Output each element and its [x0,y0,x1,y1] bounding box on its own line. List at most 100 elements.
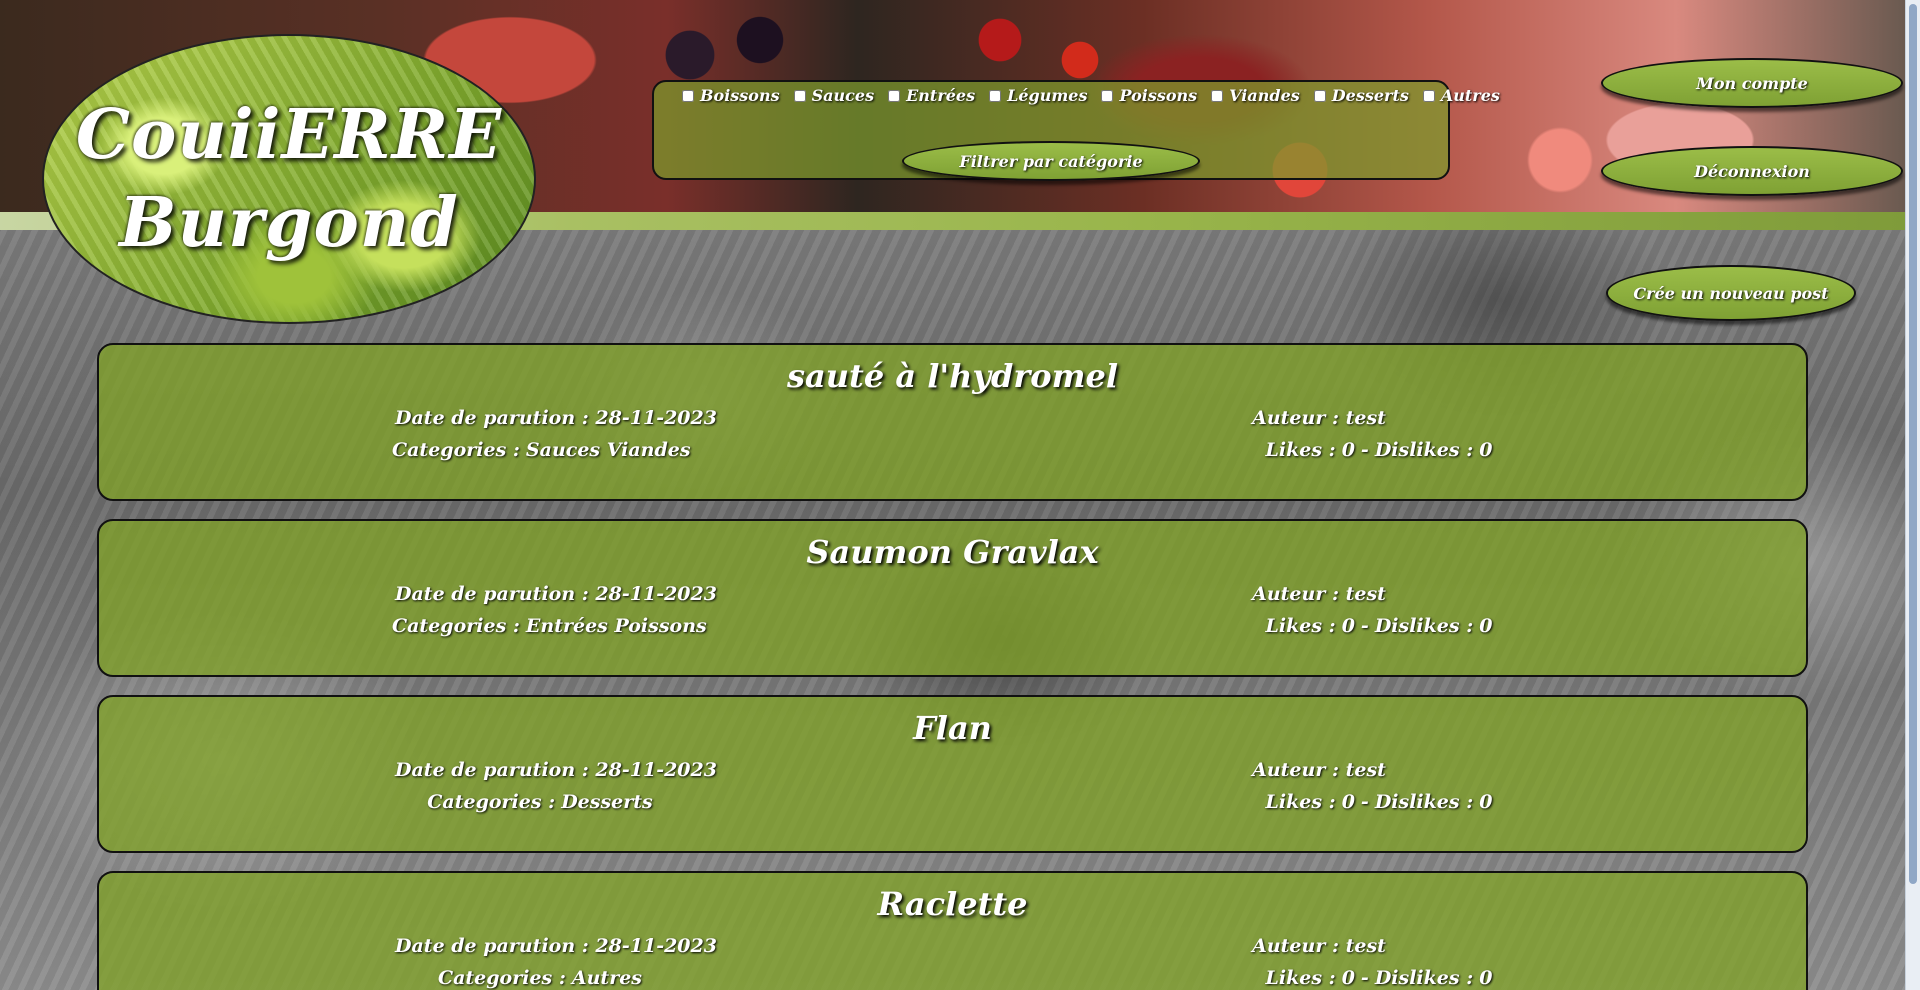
reaction-separator: - [1360,791,1369,813]
post-reactions: Likes :0- Dislikes :0 [1259,791,1499,813]
post-likes-value: 0 [1341,791,1355,813]
post-likes-value: 0 [1341,439,1355,461]
category-checkbox[interactable] [888,89,901,102]
category-checkbox[interactable] [682,89,694,102]
post-date-label: Date de parution : [395,583,589,605]
post-dislikes-label: Dislikes : [1374,967,1474,989]
post-date: Date de parution : 28-11-2023 [395,935,717,957]
post-author-label: Auteur : [1252,759,1339,781]
category-option-legumes[interactable]: Légumes [989,86,1087,105]
post-likes-label: Likes : [1265,439,1336,461]
post-likes-label: Likes : [1265,967,1336,989]
post-author-value: test [1345,935,1386,957]
post-dislikes-value: 0 [1479,615,1493,637]
post-categories-label: Categories : [392,615,520,637]
category-label: Autres [1440,86,1500,105]
post-card[interactable]: sauté à l'hydromel Date de parution : 28… [97,343,1808,501]
reaction-separator: - [1360,615,1369,637]
category-checkbox-list: Boissons Sauces Entrées Légumes Poissons… [682,86,1500,105]
category-label: Sauces [811,86,875,105]
create-new-post-button[interactable]: Crée un nouveau post [1606,265,1856,321]
post-date: Date de parution : 28-11-2023 [395,583,717,605]
post-categories-value: Desserts [561,791,653,813]
category-checkbox[interactable] [989,89,1002,102]
category-label: Viandes [1229,86,1300,105]
post-likes-value: 0 [1341,615,1355,637]
category-option-viandes[interactable]: Viandes [1211,86,1300,105]
post-dislikes-value: 0 [1479,439,1493,461]
logo-text-line2: Burgond [119,183,459,263]
logout-button[interactable]: Déconnexion [1601,146,1903,196]
post-author-value: test [1345,583,1386,605]
post-reactions: Likes :0- Dislikes :0 [1259,967,1499,989]
category-checkbox[interactable] [1211,89,1224,102]
category-label: Boissons [700,86,780,105]
post-categories-label: Categories : [392,439,520,461]
post-categories: Categories : Autres [389,967,691,989]
post-title[interactable]: sauté à l'hydromel [99,357,1806,395]
post-categories: Categories : Sauces Viandes [389,439,691,461]
post-author-value: test [1345,407,1386,429]
post-categories-value: Sauces Viandes [525,439,691,461]
post-author: Auteur : test [1249,583,1389,605]
post-categories-label: Categories : [427,791,556,813]
category-option-boissons[interactable]: Boissons [682,86,780,105]
post-title[interactable]: Flan [99,709,1806,747]
post-date: Date de parution : 28-11-2023 [395,759,717,781]
category-option-sauces[interactable]: Sauces [793,86,875,105]
post-title[interactable]: Saumon Gravlax [99,533,1806,571]
category-option-poissons[interactable]: Poissons [1101,86,1197,105]
my-account-button[interactable]: Mon compte [1601,58,1903,108]
post-date-label: Date de parution : [395,759,589,781]
post-card[interactable]: Saumon Gravlax Date de parution : 28-11-… [97,519,1808,677]
category-checkbox[interactable] [1422,89,1435,102]
post-author-label: Auteur : [1252,583,1339,605]
post-likes-value: 0 [1341,967,1355,989]
post-author-value: test [1345,759,1386,781]
category-option-autres[interactable]: Autres [1422,86,1500,105]
post-date-label: Date de parution : [395,407,589,429]
reaction-separator: - [1360,967,1369,989]
post-author: Auteur : test [1249,407,1389,429]
post-date-value: 28-11-2023 [595,407,717,429]
post-dislikes-label: Dislikes : [1374,615,1474,637]
category-label: Poissons [1119,86,1198,105]
post-dislikes-value: 0 [1479,791,1493,813]
category-checkbox[interactable] [1313,89,1326,102]
scrollbar[interactable] [1905,0,1920,990]
post-card[interactable]: Flan Date de parution : 28-11-2023 Categ… [97,695,1808,853]
category-label: Légumes [1007,86,1088,105]
post-categories-value: Entrées Poissons [525,615,707,637]
post-date-value: 28-11-2023 [595,583,717,605]
post-categories-value: Autres [571,967,643,989]
category-checkbox[interactable] [793,89,806,102]
post-author-label: Auteur : [1252,407,1339,429]
post-dislikes-label: Dislikes : [1374,791,1474,813]
post-date: Date de parution : 28-11-2023 [395,407,717,429]
post-author: Auteur : test [1249,935,1389,957]
filter-by-category-button[interactable]: Filtrer par catégorie [902,141,1200,181]
post-categories: Categories : Entrées Poissons [389,615,707,637]
post-dislikes-value: 0 [1479,967,1493,989]
post-categories: Categories : Desserts [389,791,691,813]
site-logo[interactable]: CouiiERRE Burgond [42,34,536,324]
post-author: Auteur : test [1249,759,1389,781]
category-option-desserts[interactable]: Desserts [1313,86,1409,105]
post-reactions: Likes :0- Dislikes :0 [1259,439,1499,461]
post-likes-label: Likes : [1265,615,1336,637]
post-reactions: Likes :0- Dislikes :0 [1259,615,1499,637]
category-checkbox[interactable] [1101,89,1114,102]
category-option-entrees[interactable]: Entrées [888,86,975,105]
reaction-separator: - [1360,439,1369,461]
post-date-value: 28-11-2023 [595,935,717,957]
post-card[interactable]: Raclette Date de parution : 28-11-2023 C… [97,871,1808,990]
category-label: Entrées [906,86,976,105]
post-dislikes-label: Dislikes : [1374,439,1474,461]
post-title[interactable]: Raclette [99,885,1806,923]
post-author-label: Auteur : [1252,935,1339,957]
post-date-label: Date de parution : [395,935,589,957]
post-date-value: 28-11-2023 [595,759,717,781]
category-label: Desserts [1331,86,1409,105]
post-likes-label: Likes : [1265,791,1336,813]
logo-text-line1: CouiiERRE [75,94,503,175]
